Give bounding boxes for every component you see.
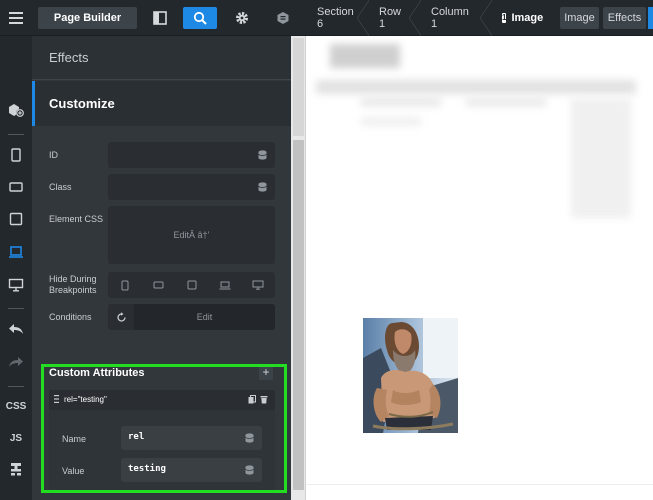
scrollbar-thumb[interactable] <box>293 140 304 490</box>
breadcrumb: Section 6 Row 1 Column 1 1 Image <box>306 0 553 36</box>
redo-icon[interactable] <box>0 351 32 373</box>
conditions-edit-button[interactable]: Edit <box>134 304 275 330</box>
laptop-icon[interactable] <box>0 241 32 263</box>
custom-attributes-highlight <box>41 364 287 493</box>
panel-scrollbar[interactable] <box>291 36 306 500</box>
database-icon[interactable] <box>258 182 267 192</box>
effects-section-label: Effects <box>49 50 89 65</box>
class-label: Class <box>49 182 72 192</box>
css-button[interactable]: CSS <box>0 395 32 417</box>
hide-during-label-line2: Breakpoints <box>49 285 97 295</box>
page-builder-button[interactable]: Page Builder <box>38 7 137 29</box>
scrollbar-track-upper <box>293 38 304 136</box>
conditions-label: Conditions <box>49 312 92 322</box>
hide-mobile-landscape-icon[interactable] <box>141 272 174 298</box>
breadcrumb-badge: 1 <box>502 13 507 23</box>
tablet-icon[interactable] <box>0 208 32 230</box>
breadcrumb-section[interactable]: Section 6 <box>306 0 369 36</box>
blurred-logo <box>330 44 400 68</box>
search-icon[interactable] <box>183 7 217 29</box>
conditions-control: Edit <box>108 304 275 330</box>
conditions-refresh-icon[interactable] <box>108 304 134 330</box>
breadcrumb-column[interactable]: Column 1 <box>420 0 492 36</box>
customize-section-label: Customize <box>49 96 115 111</box>
tab-image[interactable]: Image <box>560 7 599 29</box>
gear-icon[interactable] <box>225 7 259 29</box>
tab-effects[interactable]: Effects <box>603 7 646 29</box>
tab-overflow-indicator[interactable] <box>648 7 653 29</box>
panel-toggle-icon[interactable] <box>143 7 177 29</box>
blurred-text-line <box>361 118 421 125</box>
desktop-icon[interactable] <box>0 274 32 296</box>
breadcrumb-image-label: Image <box>511 12 544 24</box>
breakpoint-toggles <box>108 272 275 298</box>
hide-during-label-line1: Hide During <box>49 274 97 284</box>
blurred-nav-bar <box>316 80 636 94</box>
icon-rail: CSS JS <box>0 36 32 500</box>
hide-mobile-portrait-icon[interactable] <box>108 272 141 298</box>
mobile-landscape-icon[interactable] <box>0 176 32 198</box>
hide-tablet-icon[interactable] <box>175 272 208 298</box>
add-element-icon[interactable] <box>0 99 32 121</box>
hide-laptop-icon[interactable] <box>208 272 241 298</box>
castaway-photo[interactable] <box>363 318 458 433</box>
breadcrumb-row[interactable]: Row 1 <box>368 0 421 36</box>
breadcrumb-image[interactable]: 1 Image <box>491 0 553 36</box>
structure-icon[interactable] <box>0 458 32 480</box>
page-preview-canvas <box>306 36 653 500</box>
element-css-edit-button[interactable]: EditÂ â†’ <box>108 206 275 264</box>
class-input[interactable] <box>108 174 275 200</box>
hide-desktop-icon[interactable] <box>242 272 275 298</box>
undo-icon[interactable] <box>0 318 32 340</box>
blurred-text-line <box>466 98 546 106</box>
footer-divider <box>306 484 653 485</box>
top-toolbar: Page Builder Section 6 Row 1 Column 1 1 … <box>0 0 653 36</box>
js-button[interactable]: JS <box>0 427 32 449</box>
mobile-portrait-icon[interactable] <box>0 144 32 166</box>
blurred-text-line <box>361 98 441 106</box>
element-css-label: Element CSS <box>49 214 104 224</box>
customize-section-header[interactable]: Customize <box>32 81 291 126</box>
blurred-sidebar-block <box>571 98 631 218</box>
wordpress-icon[interactable] <box>266 7 300 29</box>
hamburger-icon[interactable] <box>0 0 32 36</box>
id-input[interactable] <box>108 142 275 168</box>
database-icon[interactable] <box>258 150 267 160</box>
id-label: ID <box>49 150 58 160</box>
app-window: Page Builder Section 6 Row 1 Column 1 1 … <box>0 0 653 500</box>
effects-section-header[interactable]: Effects <box>32 36 291 80</box>
